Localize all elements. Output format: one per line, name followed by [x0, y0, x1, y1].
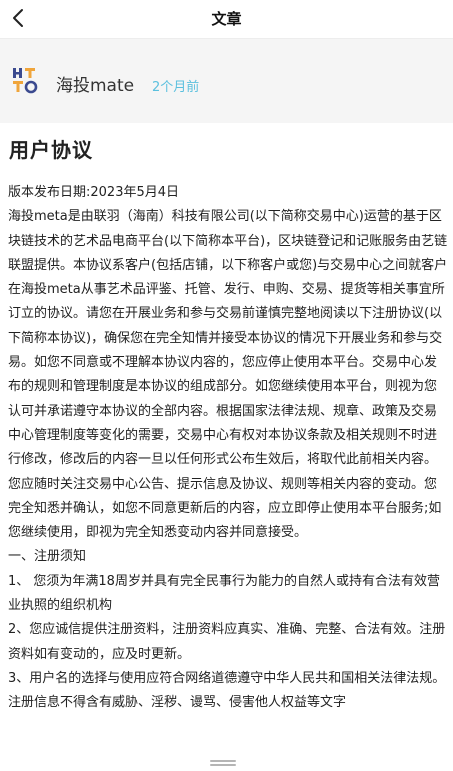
intro-paragraph: 海投meta是由联羽（海南）科技有限公司(以下简称交易中心)运营的基于区块链技术… — [8, 209, 448, 541]
clause-3: 3、用户名的选择与使用应符合网络道德遵守中华人民共和国相关法律法规。注册信息不得… — [8, 670, 446, 711]
article-title: 用户协议 — [9, 138, 93, 162]
article-body: 用户协议 版本发布日期:2023年5月4日 海投meta是由联羽（海南）科技有限… — [0, 123, 453, 771]
drag-handle-icon[interactable] — [210, 760, 236, 767]
page-title: 文章 — [211, 10, 242, 28]
top-navigation-bar: 文章 — [0, 0, 453, 39]
author-avatar[interactable] — [10, 65, 40, 95]
section-heading: 一、注册须知 — [8, 549, 87, 565]
clause-1: 1、 您须为年满18周岁并具有完全民事行为能力的自然人或持有合法有效营业执照的组… — [8, 573, 440, 614]
release-date: 版本发布日期:2023年5月4日 — [8, 185, 180, 200]
clause-2: 2、您应诚信提供注册资料，注册资料应真实、准确、完整、合法有效。注册资料如有变动… — [8, 622, 446, 662]
article-content: 版本发布日期:2023年5月4日 海投meta是由联羽（海南）科技有限公司(以下… — [8, 181, 448, 716]
author-bar: 海投mate 2个月前 — [0, 39, 453, 123]
author-name[interactable]: 海投mate — [56, 71, 134, 96]
post-time: 2个月前 — [152, 80, 200, 95]
